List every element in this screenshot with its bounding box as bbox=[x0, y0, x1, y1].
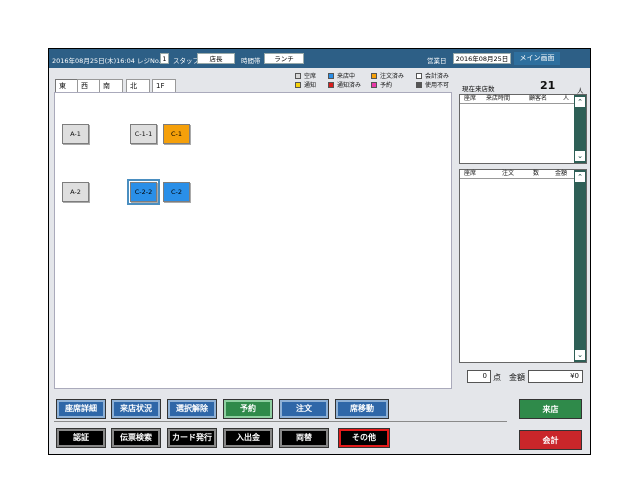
move-seat-button[interactable]: 席移動 bbox=[335, 399, 389, 419]
order-list-header: 座席 注文 数 金額 bbox=[460, 170, 574, 179]
visit-status-button[interactable]: 来店状況 bbox=[111, 399, 161, 419]
current-visitors-count: 21 bbox=[540, 79, 556, 92]
up-double-chevron-icon[interactable]: ⌃ bbox=[575, 172, 585, 182]
col-order: 注文 bbox=[502, 170, 515, 177]
slip-search-button[interactable]: 伝票検索 bbox=[111, 428, 161, 448]
visit-list-header: 座席 来店時間 顧客名 人 bbox=[460, 95, 574, 104]
tab-south[interactable]: 南 bbox=[99, 79, 123, 92]
arrive-button[interactable]: 来店 bbox=[519, 399, 582, 419]
seat-c-1-1[interactable]: C-1-1 bbox=[130, 124, 157, 144]
legend-item: 使用不可 bbox=[416, 82, 449, 90]
reservation-button[interactable]: 予約 bbox=[223, 399, 273, 419]
datetime: 2016年08月25日(木)16:04 bbox=[52, 57, 135, 65]
seat-c-2-2[interactable]: C-2-2 bbox=[127, 179, 160, 205]
legend-swatch bbox=[295, 73, 301, 79]
legend-label: 来店中 bbox=[337, 73, 356, 80]
legend-label: 通知 bbox=[304, 82, 317, 89]
register-label: レジNo. bbox=[137, 57, 161, 65]
up-double-chevron-icon[interactable]: ⌃ bbox=[575, 97, 585, 107]
col-customer: 顧客名 bbox=[529, 95, 548, 102]
order-scrollbar[interactable]: ⌃ ⌄ bbox=[574, 170, 586, 362]
count-unit: 点 bbox=[493, 373, 501, 382]
legend-label: 使用不可 bbox=[425, 82, 450, 89]
seat-a-2[interactable]: A-2 bbox=[62, 182, 89, 202]
down-double-chevron-icon[interactable]: ⌄ bbox=[575, 350, 585, 360]
visit-list: 座席 来店時間 顧客名 人 ⌃ ⌄ bbox=[459, 94, 587, 164]
business-date-field: 2016年08月25日 bbox=[453, 53, 511, 64]
tab-east[interactable]: 東 bbox=[55, 79, 79, 92]
other-button[interactable]: その他 bbox=[338, 428, 390, 448]
legend-label: 会計済み bbox=[425, 73, 450, 80]
legend-item: 来店中 bbox=[328, 73, 355, 81]
main-screen-button[interactable]: メイン画面 bbox=[514, 52, 560, 65]
divider bbox=[54, 421, 507, 422]
legend-label: 注文済み bbox=[380, 73, 405, 80]
deselect-button[interactable]: 選択解除 bbox=[167, 399, 217, 419]
legend-swatch bbox=[328, 82, 334, 88]
down-double-chevron-icon[interactable]: ⌄ bbox=[575, 151, 585, 161]
legend-label: 空席 bbox=[304, 73, 317, 80]
tab-1f[interactable]: 1F bbox=[152, 79, 176, 92]
amount-label: 金額 bbox=[509, 373, 525, 382]
legend-item: 会計済み bbox=[416, 73, 449, 81]
legend-swatch bbox=[371, 82, 377, 88]
col-qty: 数 bbox=[533, 170, 540, 177]
staff-field[interactable]: 店長 bbox=[197, 53, 235, 64]
legend-swatch bbox=[295, 82, 301, 88]
app-window: 2016年08月25日(木)16:04 レジNo. 1 スタッフ 店長 時間帯 … bbox=[48, 48, 591, 455]
timezone-field[interactable]: ランチ bbox=[264, 53, 304, 64]
item-count-field: 0 bbox=[467, 370, 491, 383]
checkout-button[interactable]: 会計 bbox=[519, 430, 582, 450]
legend-swatch bbox=[416, 82, 422, 88]
col-people: 人 bbox=[563, 95, 570, 102]
register-no: 1 bbox=[160, 53, 169, 64]
legend-item: 予約 bbox=[371, 82, 392, 90]
timezone-label: 時間帯 bbox=[241, 57, 261, 65]
col-seat: 座席 bbox=[464, 170, 477, 177]
top-bar: 2016年08月25日(木)16:04 レジNo. 1 スタッフ 店長 時間帯 … bbox=[49, 49, 590, 68]
seat-detail-button[interactable]: 座席詳細 bbox=[56, 399, 106, 419]
col-seat: 座席 bbox=[464, 95, 477, 102]
legend-swatch bbox=[416, 73, 422, 79]
tab-north[interactable]: 北 bbox=[126, 79, 150, 92]
cash-in-out-button[interactable]: 入出金 bbox=[223, 428, 273, 448]
legend-swatch bbox=[328, 73, 334, 79]
current-visitors-label: 現在来店数 bbox=[462, 85, 495, 93]
staff-label: スタッフ bbox=[173, 57, 199, 65]
legend-item: 通知 bbox=[295, 82, 316, 90]
legend-item: 注文済み bbox=[371, 73, 404, 81]
order-list: 座席 注文 数 金額 ⌃ ⌄ bbox=[459, 169, 587, 363]
legend-label: 通知済み bbox=[337, 82, 362, 89]
amount-field: ¥0 bbox=[528, 370, 583, 383]
col-amount: 金額 bbox=[555, 170, 568, 177]
floor-map: A-1 C-1-1 C-1 A-2 C-2-2 C-2 bbox=[54, 92, 452, 389]
auth-button[interactable]: 認証 bbox=[56, 428, 106, 448]
tab-west[interactable]: 西 bbox=[77, 79, 101, 92]
visit-scrollbar[interactable]: ⌃ ⌄ bbox=[574, 95, 586, 163]
card-issue-button[interactable]: カード発行 bbox=[167, 428, 217, 448]
legend-item: 通知済み bbox=[328, 82, 361, 90]
legend-label: 予約 bbox=[380, 82, 393, 89]
legend-swatch bbox=[371, 73, 377, 79]
seat-a-1[interactable]: A-1 bbox=[62, 124, 89, 144]
order-button[interactable]: 注文 bbox=[279, 399, 329, 419]
seat-c-1[interactable]: C-1 bbox=[163, 124, 190, 144]
legend-item: 空席 bbox=[295, 73, 316, 81]
seat-c-2[interactable]: C-2 bbox=[163, 182, 190, 202]
exchange-button[interactable]: 両替 bbox=[279, 428, 329, 448]
col-visit-time: 来店時間 bbox=[486, 95, 511, 102]
business-date-label: 営業日 bbox=[427, 57, 447, 65]
